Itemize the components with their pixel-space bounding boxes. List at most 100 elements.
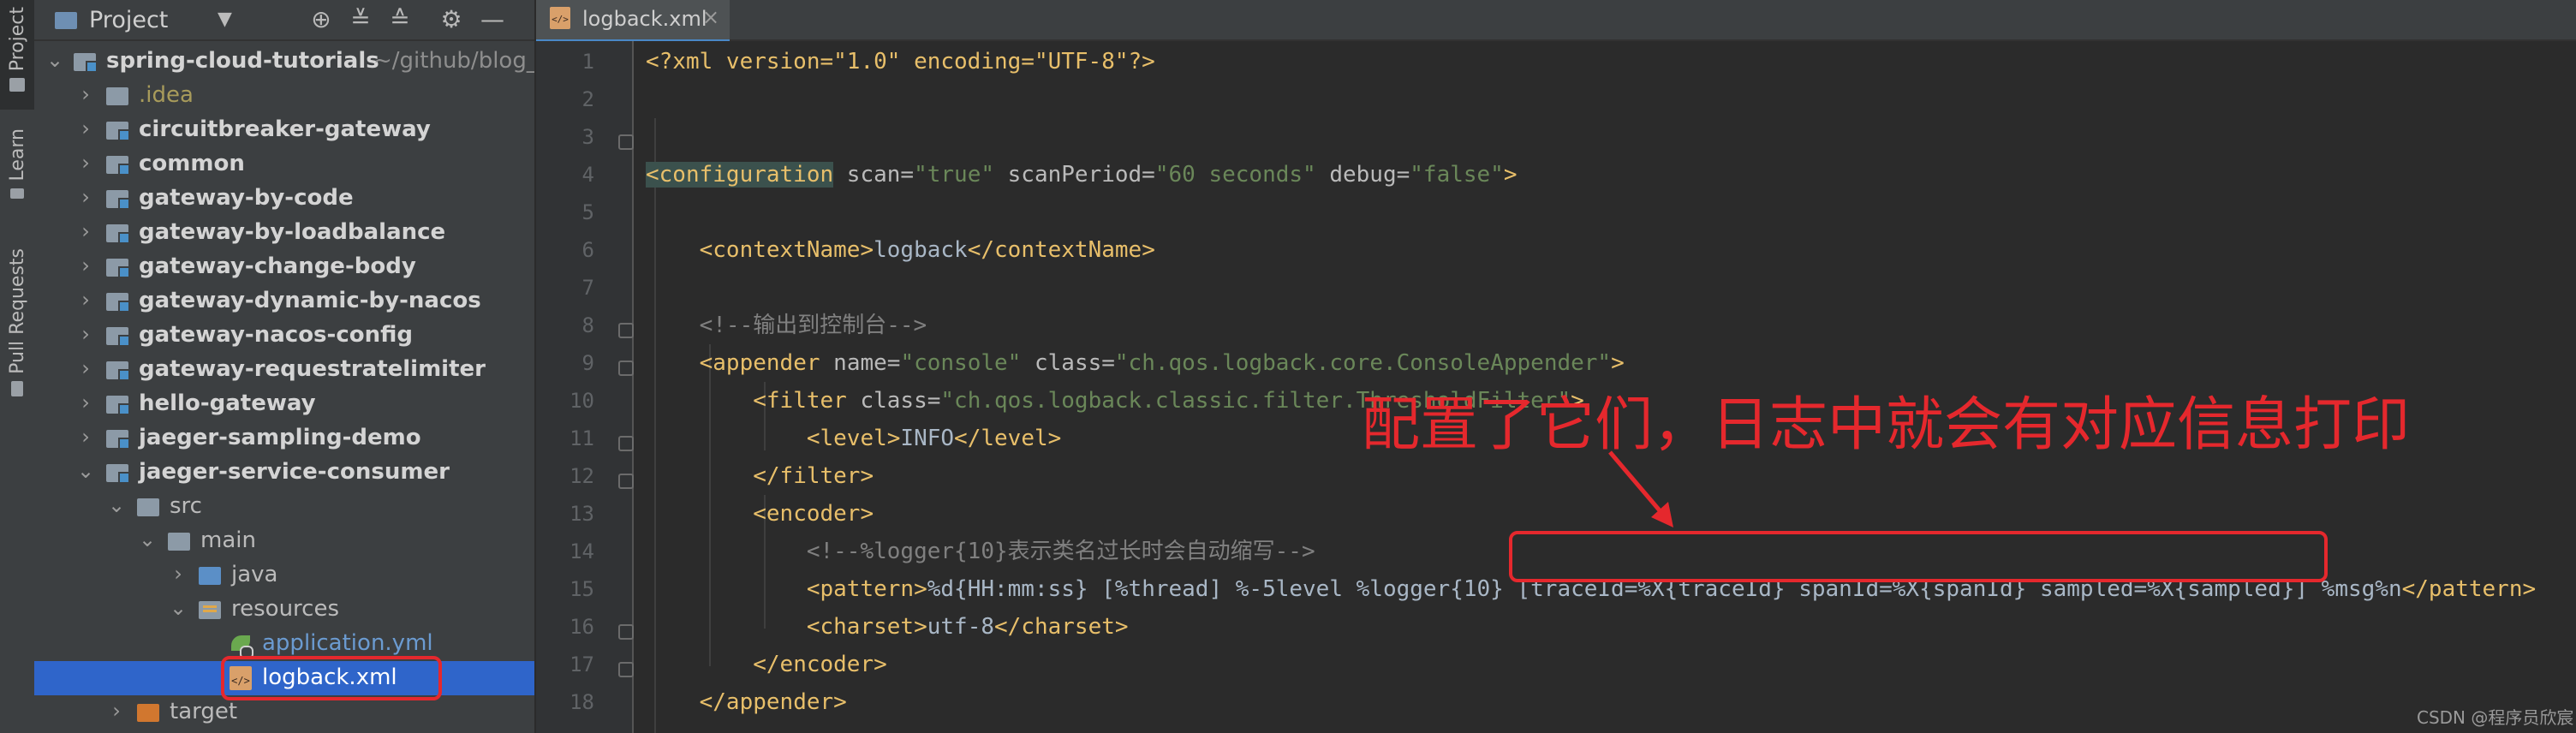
tree-item-main[interactable]: ⌄ main [34, 524, 534, 558]
tree-item-gateway-dynamic-by-nacos[interactable]: › gateway-dynamic-by-nacos [34, 284, 534, 319]
editor-tab-label: logback.xml [582, 7, 707, 31]
minimize-icon[interactable]: — [478, 5, 507, 33]
learn-tool-tab[interactable]: Learn [0, 128, 34, 223]
line-number: 1 [581, 50, 594, 74]
chevron-right-icon[interactable]: › [77, 425, 94, 449]
fold-marker-icon[interactable] [618, 436, 634, 451]
line-number: 10 [569, 389, 594, 413]
code-line-8: <appender name="console" class="ch.qos.l… [646, 346, 1625, 380]
tree-item-root[interactable]: ⌄ spring-cloud-tutorials ~/github/blog_c [34, 45, 534, 79]
expand-all-icon[interactable]: ≚ [346, 5, 375, 33]
close-icon[interactable]: × [702, 5, 719, 29]
chevron-right-icon[interactable]: › [77, 288, 94, 312]
chevron-right-icon[interactable]: › [77, 185, 94, 209]
chevron-right-icon[interactable]: › [77, 82, 94, 106]
editor-tab-bar: </> logback.xml × [536, 0, 2576, 43]
tree-item-target[interactable]: › target [34, 695, 534, 730]
tree-item-circuitbreaker-gateway[interactable]: › circuitbreaker-gateway [34, 113, 534, 147]
editor-tab-logback-xml[interactable]: </> logback.xml × [536, 0, 730, 43]
pull-requests-tool-tab[interactable]: Pull Requests [0, 248, 34, 411]
module-folder-icon [106, 259, 130, 278]
fold-marker-icon[interactable] [618, 323, 634, 338]
tree-item-label: circuitbreaker-gateway [139, 116, 431, 142]
gear-icon[interactable]: ⚙ [437, 5, 466, 33]
line-number: 9 [581, 351, 594, 375]
fold-marker-icon[interactable] [618, 624, 634, 640]
tree-item-path: ~/github/blog_c [373, 48, 536, 74]
chevron-right-icon[interactable]: › [77, 322, 94, 346]
line-number: 18 [569, 690, 594, 714]
chevron-down-icon[interactable]: ▼ [218, 9, 232, 30]
module-folder-icon [106, 156, 130, 176]
chevron-right-icon[interactable]: › [77, 116, 94, 140]
chevron-down-icon[interactable]: ⌄ [77, 459, 94, 483]
tree-item-label: .idea [139, 82, 194, 108]
xml-tag: <level> [806, 426, 901, 451]
chevron-right-icon[interactable]: › [77, 390, 94, 414]
chevron-down-icon[interactable]: ⌄ [46, 48, 63, 72]
tree-item-label: common [139, 151, 245, 176]
watermark: CSDN @程序员欣宸 [2417, 707, 2574, 728]
chevron-right-icon[interactable]: › [77, 356, 94, 380]
xml-tag: </level> [954, 426, 1062, 451]
tree-item-idea[interactable]: › .idea [34, 79, 534, 113]
tree-item-gateway-change-body[interactable]: › gateway-change-body [34, 250, 534, 284]
tree-item-label: resources [231, 596, 340, 622]
graduation-cap-icon [10, 188, 24, 199]
chevron-right-icon[interactable]: › [108, 699, 125, 723]
tree-item-gateway-nacos-config[interactable]: › gateway-nacos-config [34, 319, 534, 353]
line-number: 3 [581, 125, 594, 149]
fold-marker-icon[interactable] [618, 662, 634, 677]
tree-item-label: gateway-change-body [139, 253, 416, 279]
chevron-right-icon[interactable]: › [77, 253, 94, 277]
module-folder-icon [106, 464, 130, 484]
module-folder-icon [106, 327, 130, 347]
project-tool-tab[interactable]: Project [0, 0, 34, 110]
xml-value: "true" [914, 162, 994, 188]
fold-marker-icon[interactable] [618, 474, 634, 489]
chevron-right-icon[interactable]: › [77, 151, 94, 175]
tree-item-java[interactable]: › java [34, 558, 534, 593]
xml-attr: class= [1021, 350, 1115, 376]
fold-marker-icon[interactable] [618, 134, 634, 150]
tree-item-jaeger-sampling-demo[interactable]: › jaeger-sampling-demo [34, 421, 534, 456]
xml-tag: <charset> [806, 614, 927, 640]
chevron-down-icon[interactable]: ⌄ [139, 527, 156, 551]
project-panel: Project ▼ ⊕ ≚ ≙ ⚙ — ⌄ spring-cloud-tutor… [34, 0, 536, 733]
tree-item-common[interactable]: › common [34, 147, 534, 182]
tree-item-gateway-by-code[interactable]: › gateway-by-code [34, 182, 534, 216]
collapse-all-icon[interactable]: ≙ [385, 5, 414, 33]
xml-comment: <!--输出到控制台--> [699, 313, 927, 338]
xml-attr: scanPeriod= [994, 162, 1155, 188]
chevron-down-icon[interactable]: ⌄ [108, 493, 125, 517]
code-line-10: <level>INFO</level> [646, 421, 1061, 456]
tree-item-label: gateway-requestratelimiter [139, 356, 486, 382]
line-number: 11 [569, 426, 594, 450]
locate-icon[interactable]: ⊕ [307, 5, 336, 33]
learn-tool-label: Learn [6, 128, 28, 182]
line-number: 7 [581, 276, 594, 300]
chevron-down-icon[interactable]: ⌄ [170, 596, 187, 620]
module-folder-icon [106, 293, 130, 313]
tree-item-label: gateway-nacos-config [139, 322, 413, 348]
project-panel-header: Project ▼ ⊕ ≚ ≙ ⚙ — [34, 0, 534, 41]
highlight-box-logback-file [221, 656, 442, 700]
folder-icon [137, 498, 159, 516]
xml-attr: class= [846, 388, 941, 414]
tree-item-gateway-requestratelimiter[interactable]: › gateway-requestratelimiter [34, 353, 534, 387]
tree-item-jaeger-service-consumer[interactable]: ⌄ jaeger-service-consumer [34, 456, 534, 490]
xml-tag: <pattern> [806, 576, 927, 602]
tree-item-src[interactable]: ⌄ src [34, 490, 534, 524]
folder-icon [106, 87, 128, 105]
xml-tag: <contextName> [699, 237, 874, 263]
tree-item-resources[interactable]: ⌄ resources [34, 593, 534, 627]
line-number: 8 [581, 313, 594, 337]
tree-item-label: jaeger-service-consumer [139, 459, 450, 485]
tree-item-gateway-by-loadbalance[interactable]: › gateway-by-loadbalance [34, 216, 534, 250]
chevron-right-icon[interactable]: › [170, 562, 187, 586]
chevron-right-icon[interactable]: › [77, 219, 94, 243]
xml-value: "false" [1410, 162, 1504, 188]
tree-item-hello-gateway[interactable]: › hello-gateway [34, 387, 534, 421]
module-folder-icon [106, 396, 130, 415]
fold-marker-icon[interactable] [618, 361, 634, 376]
